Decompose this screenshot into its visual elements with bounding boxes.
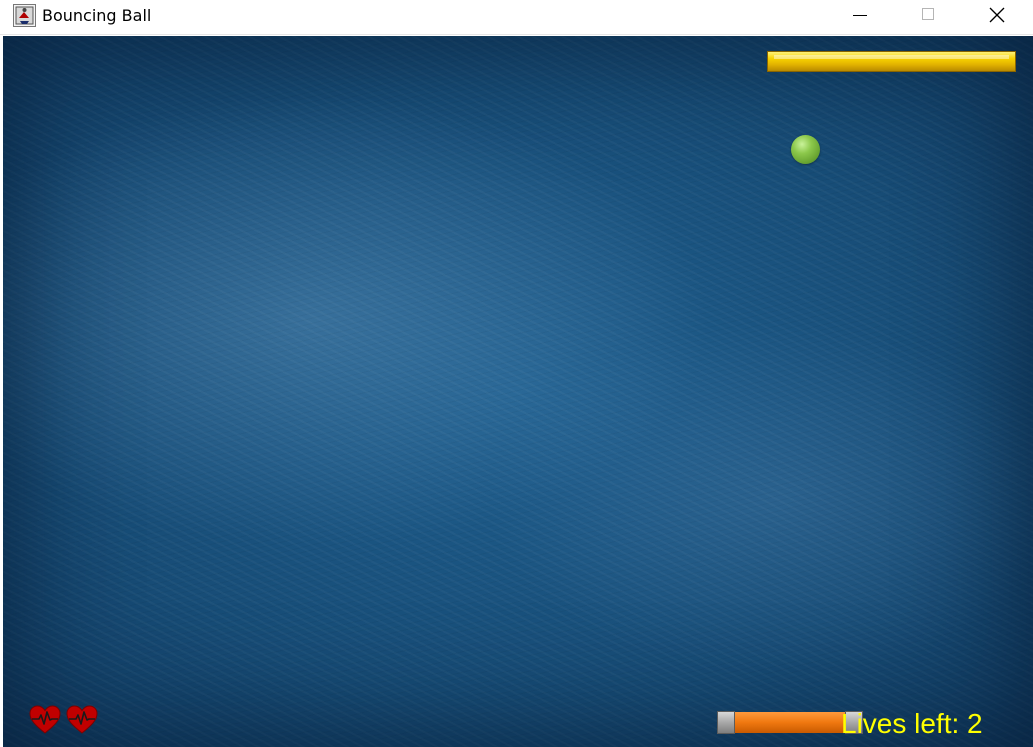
paddle-body — [731, 712, 853, 733]
close-icon — [989, 7, 1005, 23]
yellow-brick — [767, 51, 1016, 72]
title-bar[interactable]: Bouncing Ball — [0, 0, 1033, 35]
game-window: Bouncing Ball Lives left: 2 — [0, 0, 1033, 747]
maximize-button[interactable] — [905, 0, 951, 31]
close-button[interactable] — [974, 0, 1020, 31]
ball — [791, 135, 820, 164]
java-cup-icon — [13, 4, 36, 27]
heartbeat-heart-icon — [29, 705, 61, 734]
lives-left-counter: Lives left: 2 — [841, 708, 983, 739]
game-canvas[interactable]: Lives left: 2 — [3, 36, 1033, 747]
window-title: Bouncing Ball — [42, 6, 152, 25]
maximize-icon — [922, 8, 934, 20]
heartbeat-heart-icon — [66, 705, 98, 734]
minimize-icon — [853, 15, 867, 16]
minimize-button[interactable] — [837, 0, 883, 31]
paddle-left-cap — [717, 711, 735, 734]
